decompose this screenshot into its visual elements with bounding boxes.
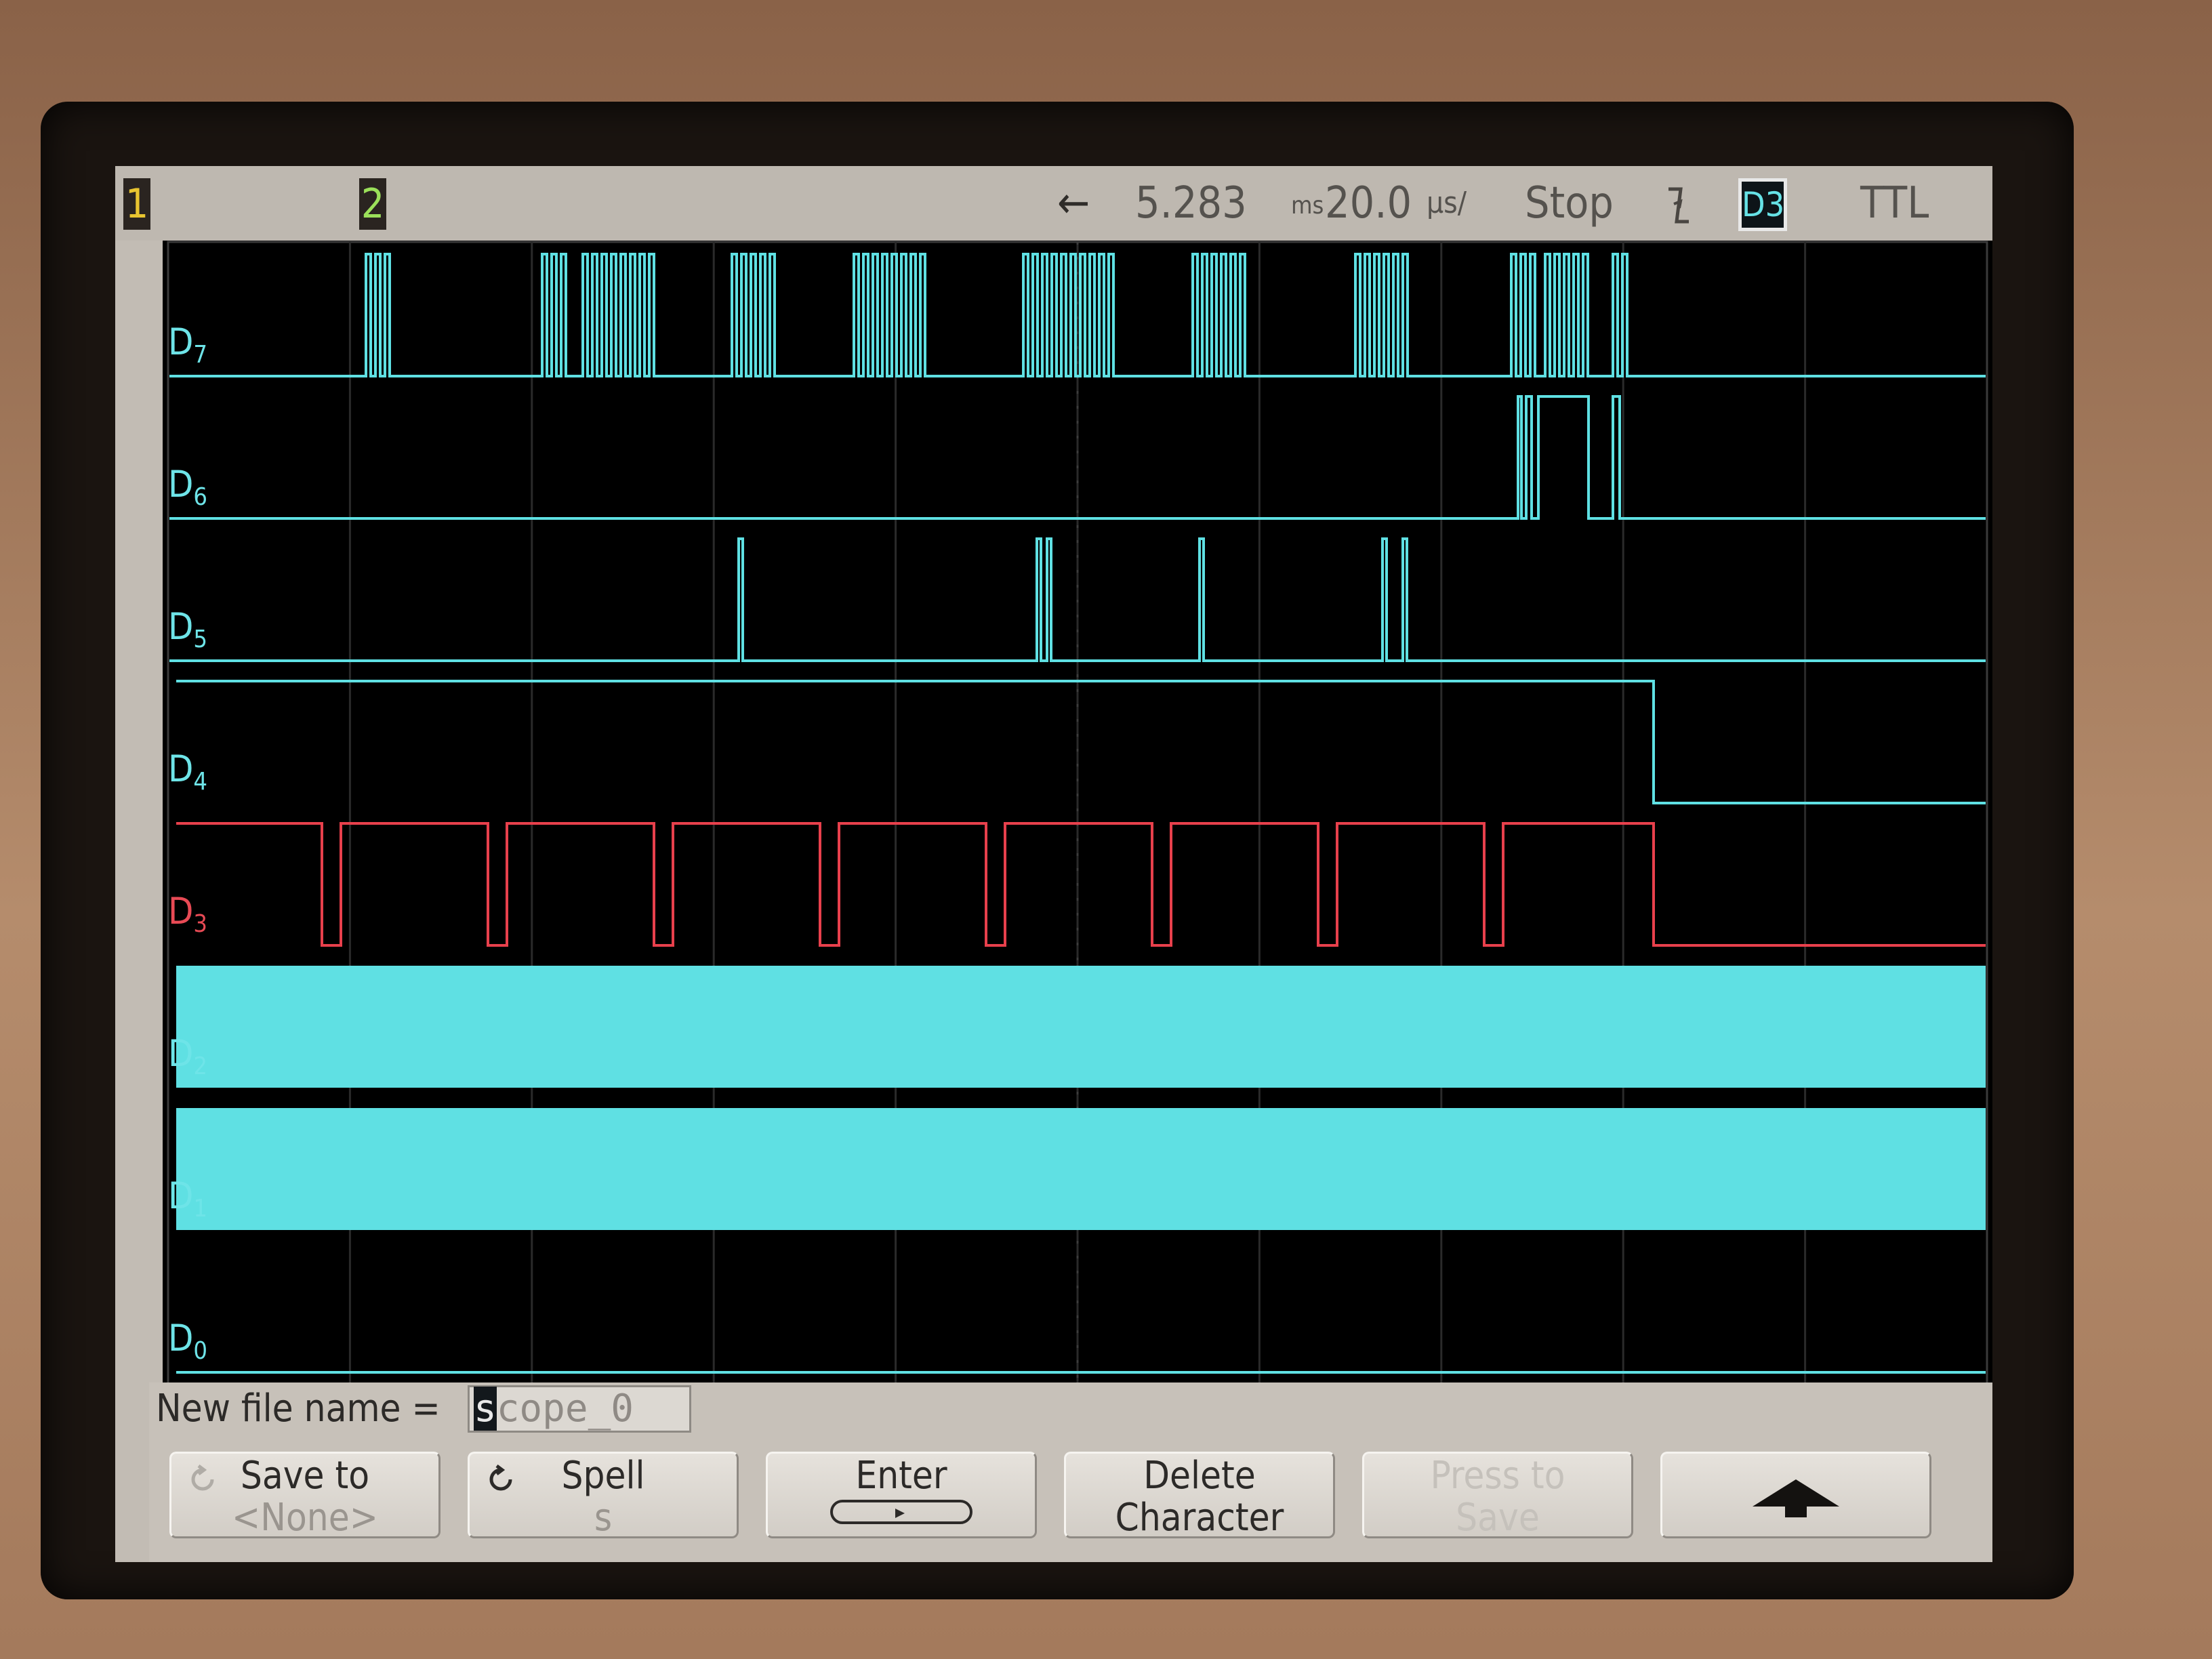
channel-label-d5: D5	[168, 605, 208, 653]
file-name-label: New file name =	[156, 1387, 441, 1431]
cursor-marker-1[interactable]: 1	[123, 178, 150, 230]
timebase-readout[interactable]: 20.0	[1325, 178, 1412, 228]
channel-label-d2: D2	[168, 1032, 208, 1080]
trace-d4	[176, 680, 1986, 804]
enter-softkey[interactable]: Enter	[766, 1452, 1037, 1538]
trigger-source-box[interactable]: D3	[1738, 178, 1787, 231]
file-name-row: New file name = scope_0	[149, 1382, 1992, 1437]
delete-label-line1: Delete	[1143, 1454, 1256, 1498]
status-bar: 1 2 ← 5.283 ms 20.0 µs/ Stop D3 TTL	[115, 166, 1992, 241]
press-to-save-softkey[interactable]: Press to Save	[1362, 1452, 1633, 1540]
trace-d1	[176, 1108, 1986, 1230]
waveform-display: D7 D6 D5 D4 D3 D2 D1 D0	[163, 241, 1992, 1555]
channel-label-d4: D4	[168, 747, 208, 796]
enter-label: Enter	[855, 1454, 947, 1498]
waveform-canvas	[167, 241, 1988, 1551]
channel-label-d1: D1	[168, 1174, 208, 1223]
delete-label-line2: Character	[1115, 1496, 1284, 1540]
save-to-softkey[interactable]: Save to <None>	[169, 1452, 441, 1540]
run-state[interactable]: Stop	[1525, 178, 1614, 228]
cursor-marker-2[interactable]: 2	[359, 178, 386, 230]
enter-icon	[830, 1500, 972, 1524]
channel-label-d6: D6	[168, 463, 208, 511]
press-to-save-line2: Save	[1456, 1496, 1540, 1540]
spell-value: s	[594, 1496, 613, 1540]
channel-label-d3: D3	[168, 890, 208, 938]
threshold-readout[interactable]: TTL	[1860, 178, 1929, 228]
delay-direction-arrow-icon: ←	[1057, 178, 1090, 228]
file-name-input[interactable]: scope_0	[468, 1385, 691, 1433]
spell-softkey[interactable]: Spell s	[468, 1452, 739, 1540]
trace-d3	[176, 822, 1986, 947]
falling-edge-icon	[1666, 184, 1693, 227]
rotate-knob-icon	[489, 1465, 512, 1491]
press-to-save-line1: Press to	[1430, 1454, 1565, 1498]
up-arrow-icon	[1753, 1479, 1839, 1517]
save-to-value: <None>	[232, 1496, 378, 1540]
text-cursor: s	[474, 1387, 497, 1431]
trace-d2	[176, 966, 1986, 1088]
channel-label-d7: D7	[168, 321, 208, 369]
softkey-bar: Save to <None> Spell s Enter Delete Char…	[149, 1437, 1992, 1562]
scope-screen: 1 2 ← 5.283 ms 20.0 µs/ Stop D3 TTL D7 D…	[115, 166, 1992, 1562]
file-name-value: cope_0	[496, 1387, 634, 1431]
channel-label-d0: D0	[168, 1317, 208, 1365]
shift-softkey[interactable]	[1660, 1452, 1931, 1538]
delay-readout[interactable]: 5.283	[1135, 178, 1247, 228]
timebase-unit: µs/	[1427, 186, 1467, 220]
delay-unit: ms	[1291, 192, 1324, 220]
delete-character-softkey[interactable]: Delete Character	[1064, 1452, 1335, 1540]
rotate-knob-icon	[191, 1465, 214, 1491]
